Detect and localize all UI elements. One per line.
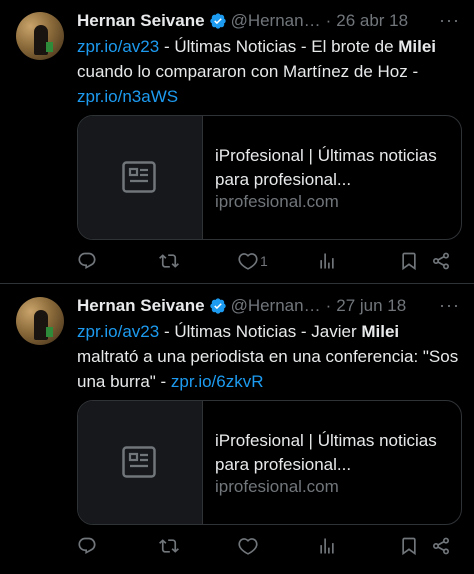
card-title: iProfesional | Últimas noticias para pro… xyxy=(215,146,437,189)
divider xyxy=(0,283,474,284)
share-button[interactable] xyxy=(431,536,453,556)
views-button[interactable] xyxy=(317,251,339,271)
retweet-button[interactable] xyxy=(159,251,181,271)
reply-button[interactable] xyxy=(77,536,99,556)
tweet-header: Hernan Seivane @Hernan… · 27 jun 18 xyxy=(77,295,406,317)
author-name[interactable]: Hernan Seivane xyxy=(77,11,205,31)
tweet-text-highlight: Milei xyxy=(361,322,400,341)
card-thumbnail xyxy=(78,116,203,239)
more-options-icon[interactable]: ··· xyxy=(439,10,460,31)
avatar[interactable] xyxy=(16,297,64,345)
avatar[interactable] xyxy=(16,12,64,60)
card-title: iProfesional | Últimas noticias para pro… xyxy=(215,431,437,474)
tweet-header: Hernan Seivane @Hernan… · 26 abr 18 xyxy=(77,10,408,32)
tweet-text: zpr.io/av23 - Últimas Noticias - El brot… xyxy=(77,34,462,109)
bookmark-icon xyxy=(402,537,416,556)
author-handle[interactable]: @Hernan… xyxy=(231,296,321,316)
tweet-link[interactable]: zpr.io/av23 xyxy=(77,322,159,341)
tweet-text-highlight: Milei xyxy=(398,37,437,56)
verified-badge-icon xyxy=(209,13,226,29)
tweet-link[interactable]: zpr.io/av23 xyxy=(77,37,159,56)
tweet-link[interactable]: zpr.io/n3aWS xyxy=(77,87,178,106)
like-count: 1 xyxy=(260,253,268,269)
tweet-text-segment: cuando lo compararon con Martínez de Hoz… xyxy=(77,62,419,81)
tweet-text-segment: maltrató a una periodista en una confere… xyxy=(77,347,459,391)
tweet-text: zpr.io/av23 - Últimas Noticias - Javier … xyxy=(77,319,462,394)
card-domain: iprofesional.com xyxy=(215,477,339,496)
reply-icon xyxy=(78,252,96,270)
more-options-icon[interactable]: ··· xyxy=(439,295,460,316)
card-domain: iprofesional.com xyxy=(215,192,339,211)
tweet-text-segment: - Últimas Noticias - El brote de xyxy=(159,37,399,56)
author-handle[interactable]: @Hernan… xyxy=(231,11,321,31)
separator: · xyxy=(325,11,332,30)
article-icon xyxy=(122,446,156,478)
views-chart-icon xyxy=(320,253,334,269)
bookmark-button[interactable] xyxy=(399,536,421,556)
retweet-button[interactable] xyxy=(159,536,181,556)
views-chart-icon xyxy=(320,538,334,554)
like-button[interactable]: 1 xyxy=(238,251,268,271)
reply-icon xyxy=(78,537,96,555)
tweet-actions: 1 xyxy=(77,251,462,273)
separator: · xyxy=(325,296,332,315)
share-icon xyxy=(433,252,449,270)
share-button[interactable] xyxy=(431,251,453,271)
retweet-icon xyxy=(159,254,179,268)
tweet-actions xyxy=(77,536,462,558)
tweet-link[interactable]: zpr.io/6zkvR xyxy=(171,372,264,391)
tweet-date[interactable]: 26 abr 18 xyxy=(336,11,408,31)
tweet-text-segment: - Últimas Noticias - Javier xyxy=(159,322,362,341)
verified-badge-icon xyxy=(209,298,226,314)
tweet[interactable]: Hernan Seivane @Hernan… · 26 abr 18 ··· … xyxy=(0,0,474,284)
author-name[interactable]: Hernan Seivane xyxy=(77,296,205,316)
card-thumbnail xyxy=(78,401,203,524)
views-button[interactable] xyxy=(317,536,339,556)
retweet-icon xyxy=(159,539,179,553)
like-button[interactable] xyxy=(238,536,260,556)
bookmark-button[interactable] xyxy=(399,251,421,271)
tweet[interactable]: Hernan Seivane @Hernan… · 27 jun 18 ··· … xyxy=(0,285,474,574)
bookmark-icon xyxy=(402,252,416,271)
heart-icon xyxy=(238,538,258,555)
article-icon xyxy=(122,161,156,193)
reply-button[interactable] xyxy=(77,251,99,271)
tweet-date[interactable]: 27 jun 18 xyxy=(336,296,406,316)
share-icon xyxy=(433,537,449,555)
link-preview-card[interactable]: iProfesional | Últimas noticias para pro… xyxy=(77,400,462,525)
link-preview-card[interactable]: iProfesional | Últimas noticias para pro… xyxy=(77,115,462,240)
heart-icon xyxy=(238,253,258,270)
